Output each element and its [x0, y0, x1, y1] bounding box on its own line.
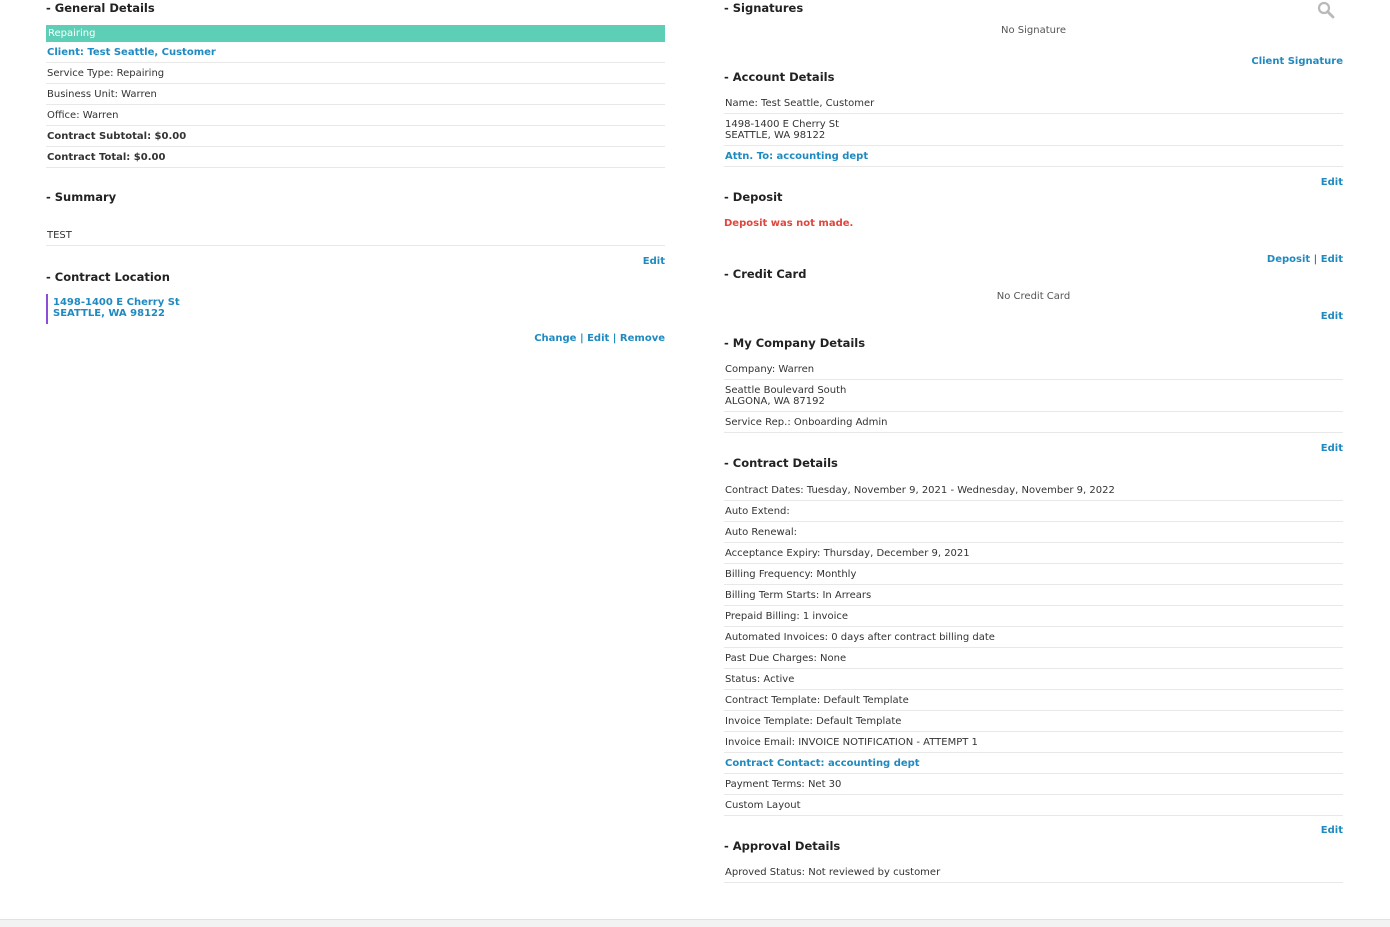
- contract-row: Invoice Template: Default Template: [724, 716, 1343, 732]
- deposit-status: Deposit was not made.: [724, 218, 854, 229]
- company-address-line1: Seattle Boulevard South: [725, 385, 847, 396]
- account-address-line1: 1498-1400 E Cherry St: [725, 119, 840, 130]
- contract-row: Contract Dates: Tuesday, November 9, 202…: [724, 485, 1343, 501]
- separator: |: [579, 333, 584, 344]
- summary-edit-link[interactable]: Edit: [643, 256, 665, 267]
- separator: |: [1313, 254, 1318, 265]
- contract-row: Billing Frequency: Monthly: [724, 569, 1343, 585]
- company-name: Company: Warren: [724, 364, 1343, 380]
- service-rep: Service Rep.: Onboarding Admin: [724, 417, 1343, 433]
- approval-status: Aproved Status: Not reviewed by customer: [724, 867, 1343, 883]
- contract-row: Custom Layout: [724, 800, 1343, 816]
- contract-details-title[interactable]: - Contract Details: [724, 456, 838, 470]
- contract-row: Contract Template: Default Template: [724, 695, 1343, 711]
- summary-text: TEST: [46, 230, 665, 246]
- client-signature-link[interactable]: Client Signature: [1251, 56, 1343, 67]
- business-unit: Business Unit: Warren: [46, 89, 665, 105]
- separator: |: [612, 333, 617, 344]
- contract-row: Payment Terms: Net 30: [724, 779, 1343, 795]
- status-bar: Repairing: [46, 25, 665, 42]
- account-address: 1498-1400 E Cherry St SEATTLE, WA 98122: [724, 119, 1343, 146]
- contract-subtotal: Contract Subtotal: $0.00: [46, 131, 665, 147]
- deposit-actions: Deposit | Edit: [1267, 254, 1343, 265]
- contract-contact-link[interactable]: Contract Contact: accounting dept: [724, 758, 1343, 774]
- deposit-link[interactable]: Deposit: [1267, 254, 1310, 265]
- client-link[interactable]: Client: Test Seattle, Customer: [46, 47, 665, 63]
- location-change-link[interactable]: Change: [534, 333, 576, 344]
- company-address: Seattle Boulevard South ALGONA, WA 87192: [724, 385, 1343, 412]
- company-address-line2: ALGONA, WA 87192: [725, 396, 825, 407]
- company-edit-link[interactable]: Edit: [1321, 443, 1343, 454]
- contract-total: Contract Total: $0.00: [46, 152, 665, 168]
- service-type: Service Type: Repairing: [46, 68, 665, 84]
- deposit-title[interactable]: - Deposit: [724, 190, 783, 204]
- footer-bar: [0, 919, 1390, 927]
- contract-row: Auto Renewal:: [724, 527, 1343, 543]
- approval-details-title[interactable]: - Approval Details: [724, 839, 840, 853]
- account-edit-link[interactable]: Edit: [1321, 177, 1343, 188]
- contract-row: Automated Invoices: 0 days after contrac…: [724, 632, 1343, 648]
- contract-row: Billing Term Starts: In Arrears: [724, 590, 1343, 606]
- contract-row: Status: Active: [724, 674, 1343, 690]
- credit-card-title[interactable]: - Credit Card: [724, 267, 806, 281]
- location-remove-link[interactable]: Remove: [620, 333, 665, 344]
- no-credit-card-note: No Credit Card: [996, 291, 1071, 302]
- search-icon[interactable]: [1317, 1, 1335, 19]
- signatures-title[interactable]: - Signatures: [724, 1, 803, 15]
- contract-row: Acceptance Expiry: Thursday, December 9,…: [724, 548, 1343, 564]
- credit-card-edit-link[interactable]: Edit: [1321, 311, 1343, 322]
- account-name: Name: Test Seattle, Customer: [724, 98, 1343, 114]
- contract-location-title[interactable]: - Contract Location: [46, 270, 170, 284]
- contract-edit-link[interactable]: Edit: [1321, 825, 1343, 836]
- location-actions: Change | Edit | Remove: [534, 333, 665, 344]
- account-attn-link[interactable]: Attn. To: accounting dept: [724, 151, 1343, 167]
- location-line1[interactable]: 1498-1400 E Cherry St: [53, 297, 346, 308]
- no-signature-note: No Signature: [1000, 25, 1067, 36]
- summary-title[interactable]: - Summary: [46, 190, 116, 204]
- contract-row: Past Due Charges: None: [724, 653, 1343, 669]
- contract-row: Auto Extend:: [724, 506, 1343, 522]
- deposit-edit-link[interactable]: Edit: [1321, 254, 1343, 265]
- company-details-title[interactable]: - My Company Details: [724, 336, 865, 350]
- location-address[interactable]: 1498-1400 E Cherry St SEATTLE, WA 98122: [46, 294, 346, 324]
- contract-row: Invoice Email: INVOICE NOTIFICATION - AT…: [724, 737, 1343, 753]
- location-edit-link[interactable]: Edit: [587, 333, 609, 344]
- office: Office: Warren: [46, 110, 665, 126]
- account-address-line2: SEATTLE, WA 98122: [725, 130, 826, 141]
- contract-row: Prepaid Billing: 1 invoice: [724, 611, 1343, 627]
- general-details-title[interactable]: - General Details: [46, 1, 155, 15]
- location-line2[interactable]: SEATTLE, WA 98122: [53, 308, 346, 319]
- account-details-title[interactable]: - Account Details: [724, 70, 834, 84]
